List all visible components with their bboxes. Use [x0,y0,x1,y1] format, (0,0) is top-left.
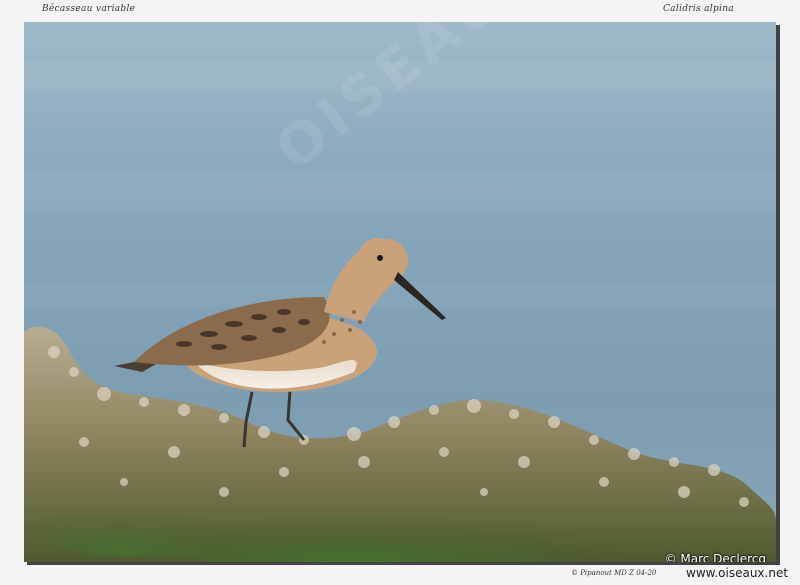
photo: OISEAUX.NET © Marc Declercq [24,22,776,562]
photo-copyright: © Marc Declercq [664,552,766,562]
latin-name-caption: Calidris alpina [663,4,734,14]
common-name-caption: Bécasseau variable [42,4,136,14]
footer-site-link[interactable]: www.oiseaux.net [686,566,788,580]
footer-credits: © Pipanout MD Z 04-20 [571,569,657,577]
